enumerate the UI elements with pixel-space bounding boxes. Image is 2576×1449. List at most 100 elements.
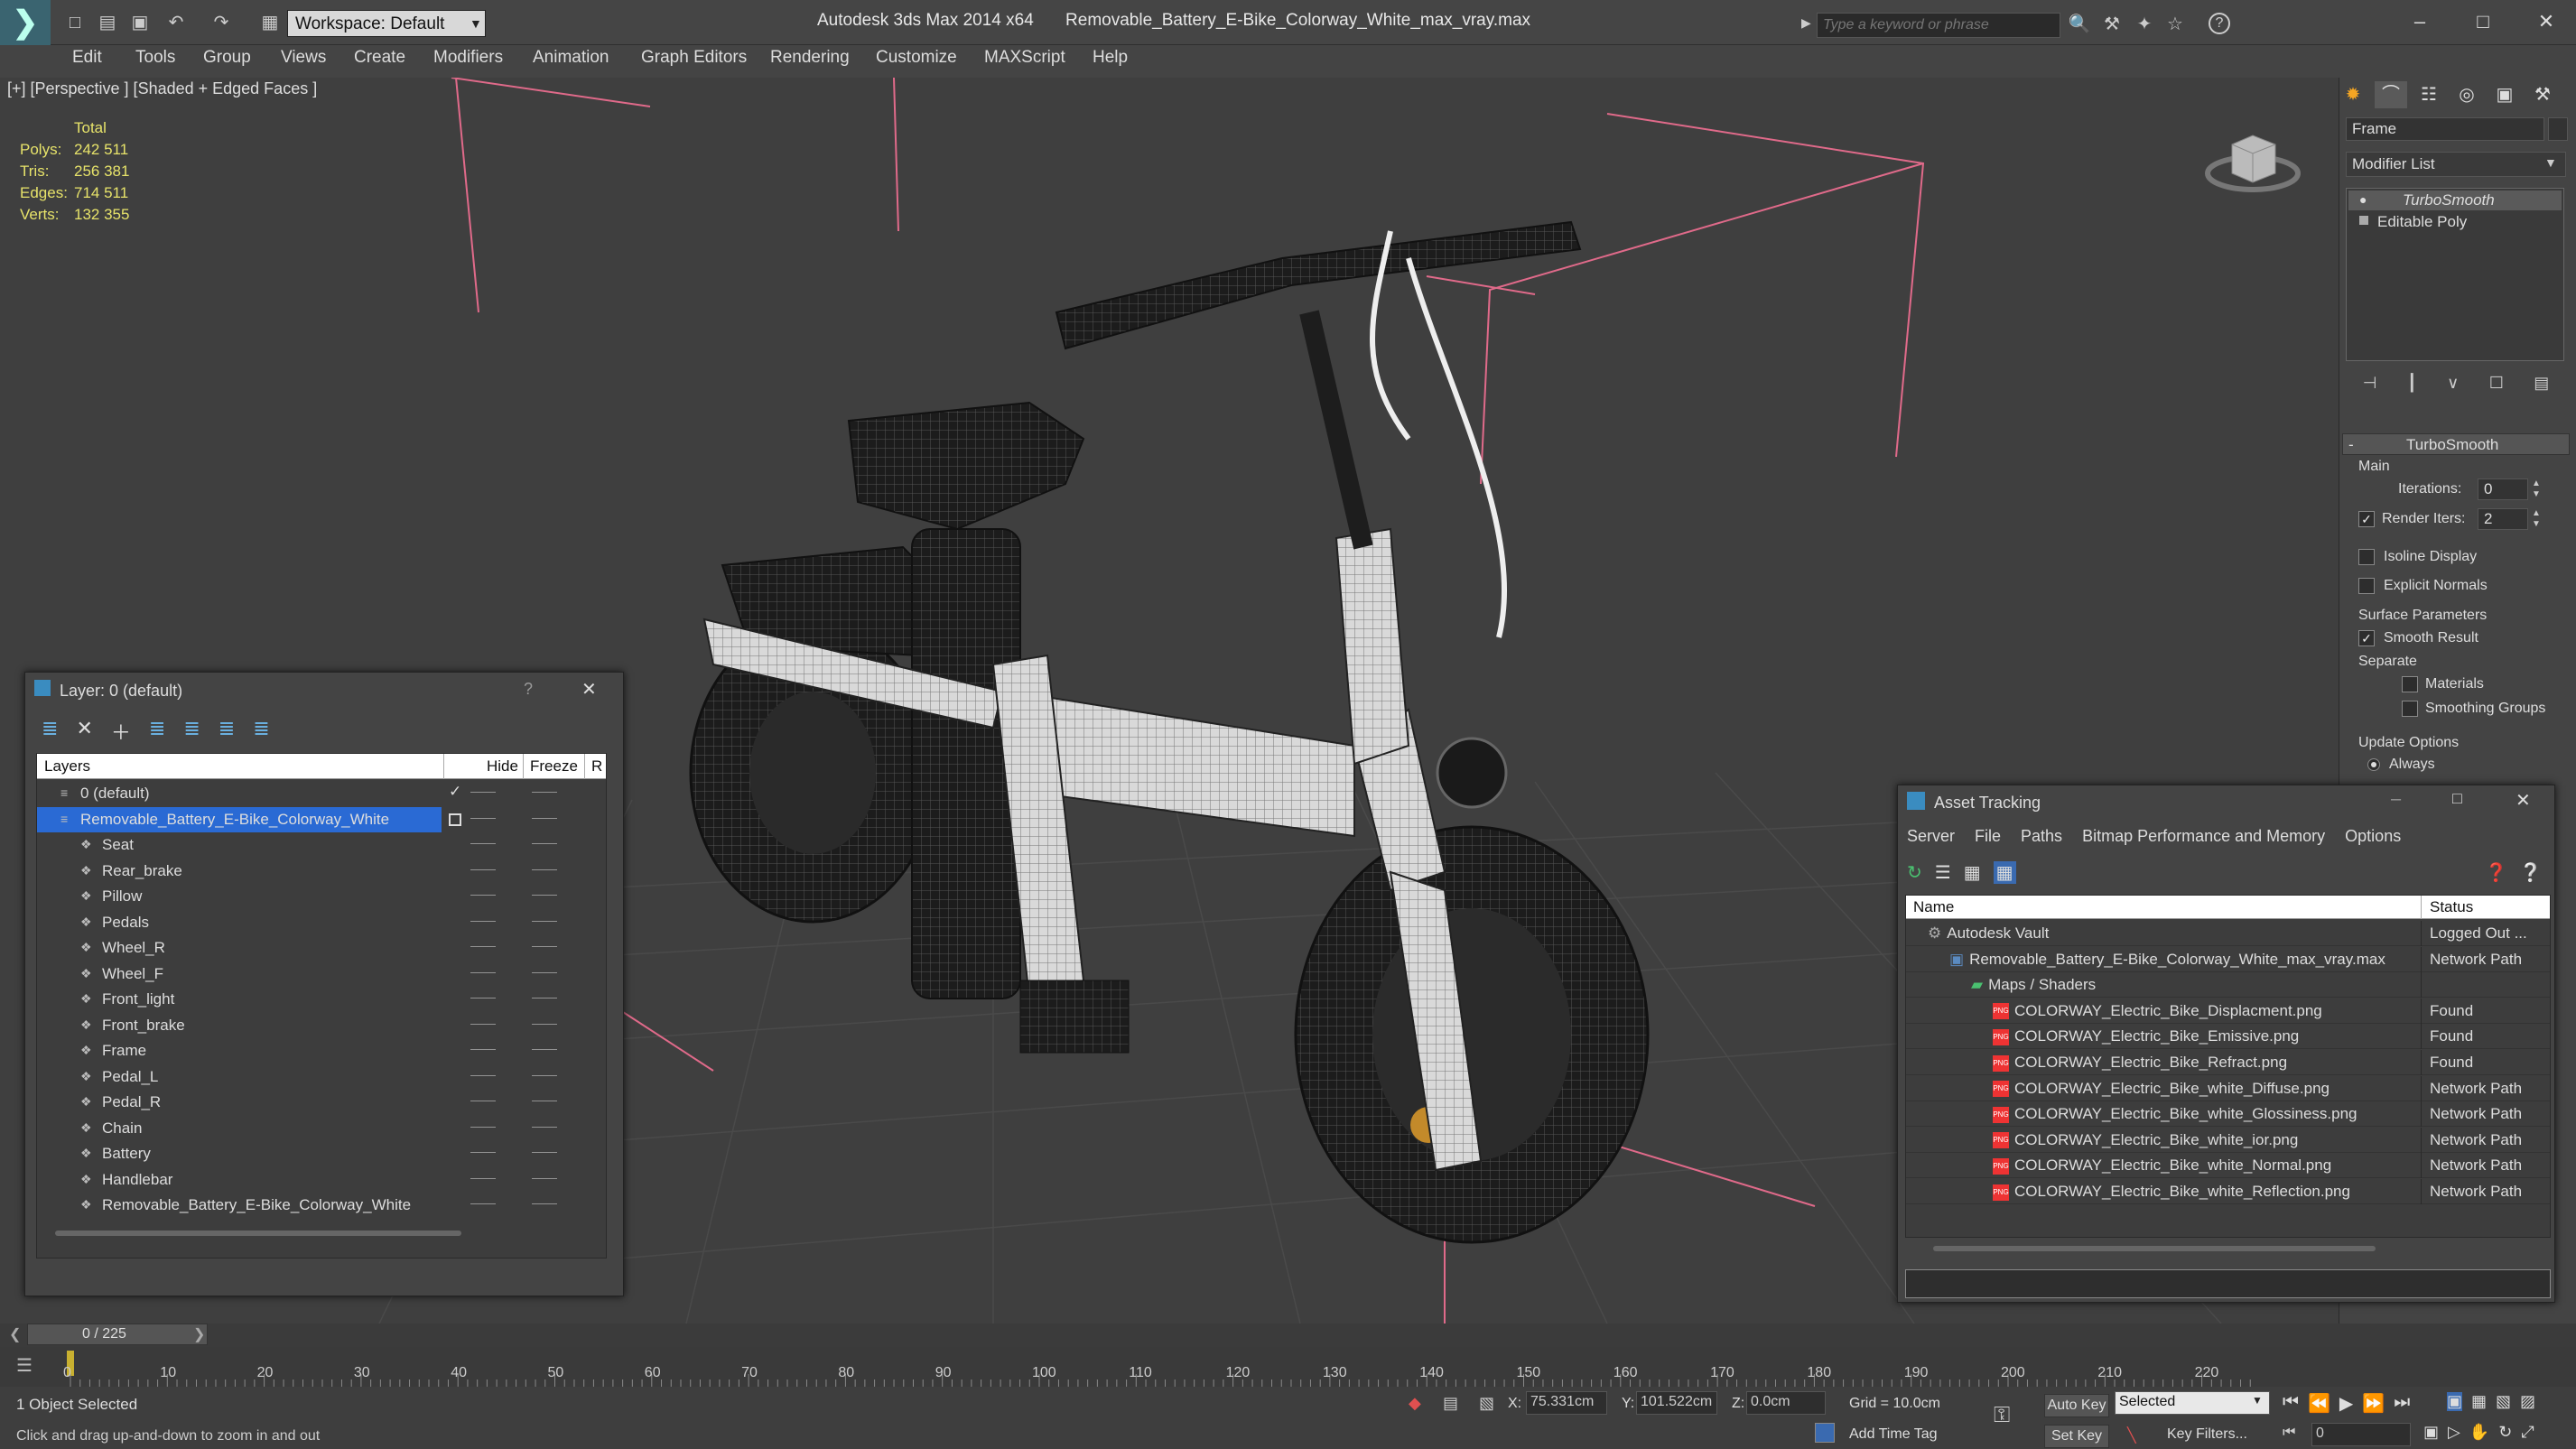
freeze-toggle[interactable]: —— — [532, 1195, 557, 1210]
current-frame-field[interactable]: 0 — [2311, 1423, 2411, 1446]
layer-row[interactable]: ❖ Front_light —— —— — [37, 987, 606, 1012]
hierarchy-tab-icon[interactable]: ☷ — [2413, 81, 2445, 108]
freeze-all-layers-icon[interactable]: ≣ — [253, 717, 269, 746]
close-icon[interactable]: ✕ — [2516, 789, 2531, 812]
hide-toggle[interactable]: —— — [470, 1092, 496, 1107]
make-unique-icon[interactable]: ∨ — [2447, 374, 2459, 395]
materials-checkbox[interactable] — [2402, 676, 2418, 692]
col-freeze[interactable]: Freeze — [530, 757, 578, 776]
hide-toggle[interactable]: —— — [470, 1170, 496, 1184]
workspace-dropdown[interactable]: Workspace: Default — [287, 10, 486, 37]
modifier-stack[interactable]: TurboSmooth ● Editable Poly — [2346, 188, 2564, 361]
asset-menu-paths[interactable]: Paths — [2021, 827, 2062, 846]
pan-icon[interactable]: ✋ — [2469, 1423, 2489, 1442]
hide-all-layers-icon[interactable]: ≣ — [219, 717, 235, 746]
layer-tree[interactable]: Layers Hide Freeze R ≡ 0 (default) —— —— ✓ ≡ R… — [36, 753, 607, 1259]
layer-row[interactable]: ❖ Frame —— —— — [37, 1038, 606, 1064]
open-file-icon[interactable]: ▤ — [96, 11, 119, 34]
viewport-label[interactable]: [+] [Perspective ] [Shaded + Edged Faces… — [7, 79, 317, 98]
layer-name[interactable]: Removable_Battery_E-Bike_Colorway_White — [102, 1196, 411, 1214]
menu-help[interactable]: Help — [1093, 48, 1128, 68]
utilities-tab-icon[interactable]: ⚒ — [2526, 81, 2559, 108]
freeze-toggle[interactable]: —— — [532, 989, 557, 1004]
hide-toggle[interactable]: —— — [470, 964, 496, 979]
add-to-layer-icon[interactable]: ＋ — [111, 717, 131, 746]
create-tab-icon[interactable]: ✹ — [2337, 81, 2369, 108]
asset-row[interactable]: PNG COLORWAY_Electric_Bike_white_Diffuse.… — [1906, 1075, 2550, 1101]
refresh-icon[interactable]: ↻ — [1907, 861, 1922, 884]
layer-row[interactable]: ❖ Wheel_F —— —— — [37, 961, 606, 987]
asset-row[interactable]: ⚙ Autodesk Vault Logged Out ... — [1906, 921, 2550, 946]
layer-name[interactable]: Pedal_R — [102, 1093, 161, 1111]
next-frame-icon[interactable]: ⏩ — [2362, 1392, 2385, 1415]
layer-row[interactable]: ❖ Pedal_R —— —— — [37, 1090, 606, 1115]
hide-toggle[interactable]: —— — [470, 835, 496, 850]
layer-name[interactable]: Rear_brake — [102, 862, 182, 880]
asset-row[interactable]: PNG COLORWAY_Electric_Bike_white_Glossine… — [1906, 1101, 2550, 1128]
layer-row[interactable]: ≡ Removable_Battery_E-Bike_Colorway_White… — [37, 806, 557, 832]
pin-stack-icon[interactable]: ⊣ — [2363, 374, 2377, 395]
search-input[interactable] — [1817, 13, 2060, 38]
z-coordinate-field[interactable]: 0.0cm — [1746, 1391, 1826, 1415]
track-bar[interactable]: ☰ — [0, 1347, 2576, 1387]
freeze-toggle[interactable]: —— — [532, 1119, 557, 1133]
layer-row[interactable]: ❖ Rear_brake —— —— — [37, 859, 606, 884]
absolute-mode-icon[interactable]: ▧ — [1479, 1394, 1494, 1413]
col-render[interactable]: R — [591, 757, 602, 776]
list-view-icon[interactable]: ☰ — [1935, 861, 1951, 884]
explicit-normals-checkbox[interactable] — [2358, 578, 2375, 594]
undo-icon[interactable]: ↶ — [164, 11, 188, 34]
layer-row[interactable]: ❖ Battery —— —— — [37, 1141, 606, 1166]
motion-tab-icon[interactable]: ◎ — [2450, 81, 2483, 108]
layer-row[interactable]: ❖ Wheel_R —— —— — [37, 935, 606, 961]
asset-row[interactable]: ▣ Removable_Battery_E-Bike_Colorway_White… — [1906, 946, 2550, 972]
modify-tab-icon[interactable]: ⌒ — [2375, 81, 2407, 108]
asset-row[interactable]: PNG COLORWAY_Electric_Bike_white_Normal.p… — [1906, 1153, 2550, 1179]
freeze-toggle[interactable]: —— — [532, 1170, 557, 1184]
menu-rendering[interactable]: Rendering — [770, 48, 850, 68]
layer-name[interactable]: Front_light — [102, 990, 174, 1008]
next-frame-icon[interactable]: ❯ — [193, 1325, 205, 1343]
field-of-view-icon[interactable]: ▷ — [2448, 1423, 2460, 1442]
minimize-icon[interactable]: – — [2391, 789, 2401, 810]
freeze-toggle[interactable]: —— — [532, 784, 557, 798]
freeze-toggle[interactable]: —— — [532, 1041, 557, 1055]
key-mode-icon[interactable]: ⏮ — [2283, 1425, 2295, 1441]
freeze-toggle[interactable]: —— — [532, 835, 557, 850]
prev-frame-icon[interactable]: ❮ — [9, 1325, 21, 1343]
hide-toggle[interactable]: —— — [470, 1119, 496, 1133]
hide-toggle[interactable]: —— — [470, 989, 496, 1004]
hide-toggle[interactable]: —— — [470, 861, 496, 876]
menu-edit[interactable]: Edit — [72, 48, 102, 68]
asset-menu-server[interactable]: Server — [1907, 827, 1955, 846]
asset-row[interactable]: ▰ Maps / Shaders — [1906, 972, 2550, 999]
layer-row[interactable]: ≡ 0 (default) —— —— ✓ — [37, 781, 606, 806]
freeze-toggle[interactable]: —— — [532, 964, 557, 979]
freeze-toggle[interactable]: —— — [532, 887, 557, 901]
layer-row[interactable]: ❖ Handlebar —— —— — [37, 1167, 606, 1193]
layer-name[interactable]: Wheel_F — [102, 965, 163, 983]
freeze-toggle[interactable]: —— — [532, 810, 557, 824]
stack-item-editable-poly[interactable]: Editable Poly — [2377, 212, 2467, 232]
zoom-extents-icon[interactable]: ▣ — [2423, 1423, 2439, 1442]
go-to-start-icon[interactable]: ⏮ — [2283, 1392, 2299, 1415]
hide-toggle[interactable]: —— — [470, 887, 496, 901]
layer-name[interactable]: Removable_Battery_E-Bike_Colorway_White — [80, 811, 389, 829]
hide-toggle[interactable]: —— — [470, 1144, 496, 1158]
lock-icon[interactable]: ▤ — [1443, 1394, 1458, 1413]
hide-toggle[interactable]: —— — [470, 1016, 496, 1030]
spinner-arrows-icon[interactable]: ▲ ▼ — [2532, 508, 2541, 530]
isoline-checkbox[interactable] — [2358, 549, 2375, 565]
lightbulb-icon[interactable]: ● — [2359, 192, 2367, 207]
asset-menu-bitmap[interactable]: Bitmap Performance and Memory — [2082, 827, 2325, 846]
time-slider-thumb[interactable]: 0 / 225 — [27, 1324, 208, 1345]
help-icon[interactable]: ? — [2209, 13, 2230, 34]
create-layer-icon[interactable]: ≣ — [42, 717, 58, 746]
asset-row[interactable]: PNG COLORWAY_Electric_Bike_Displacment.pn… — [1906, 998, 2550, 1024]
save-icon[interactable]: ▣ — [128, 11, 152, 34]
layer-name[interactable]: Seat — [102, 836, 134, 854]
zoom-icon[interactable]: ▦ — [2471, 1392, 2487, 1411]
chevron-down-icon[interactable]: ▼ — [2544, 155, 2557, 170]
asset-path-field[interactable] — [1905, 1269, 2551, 1298]
horizontal-scrollbar[interactable] — [1933, 1246, 2376, 1251]
